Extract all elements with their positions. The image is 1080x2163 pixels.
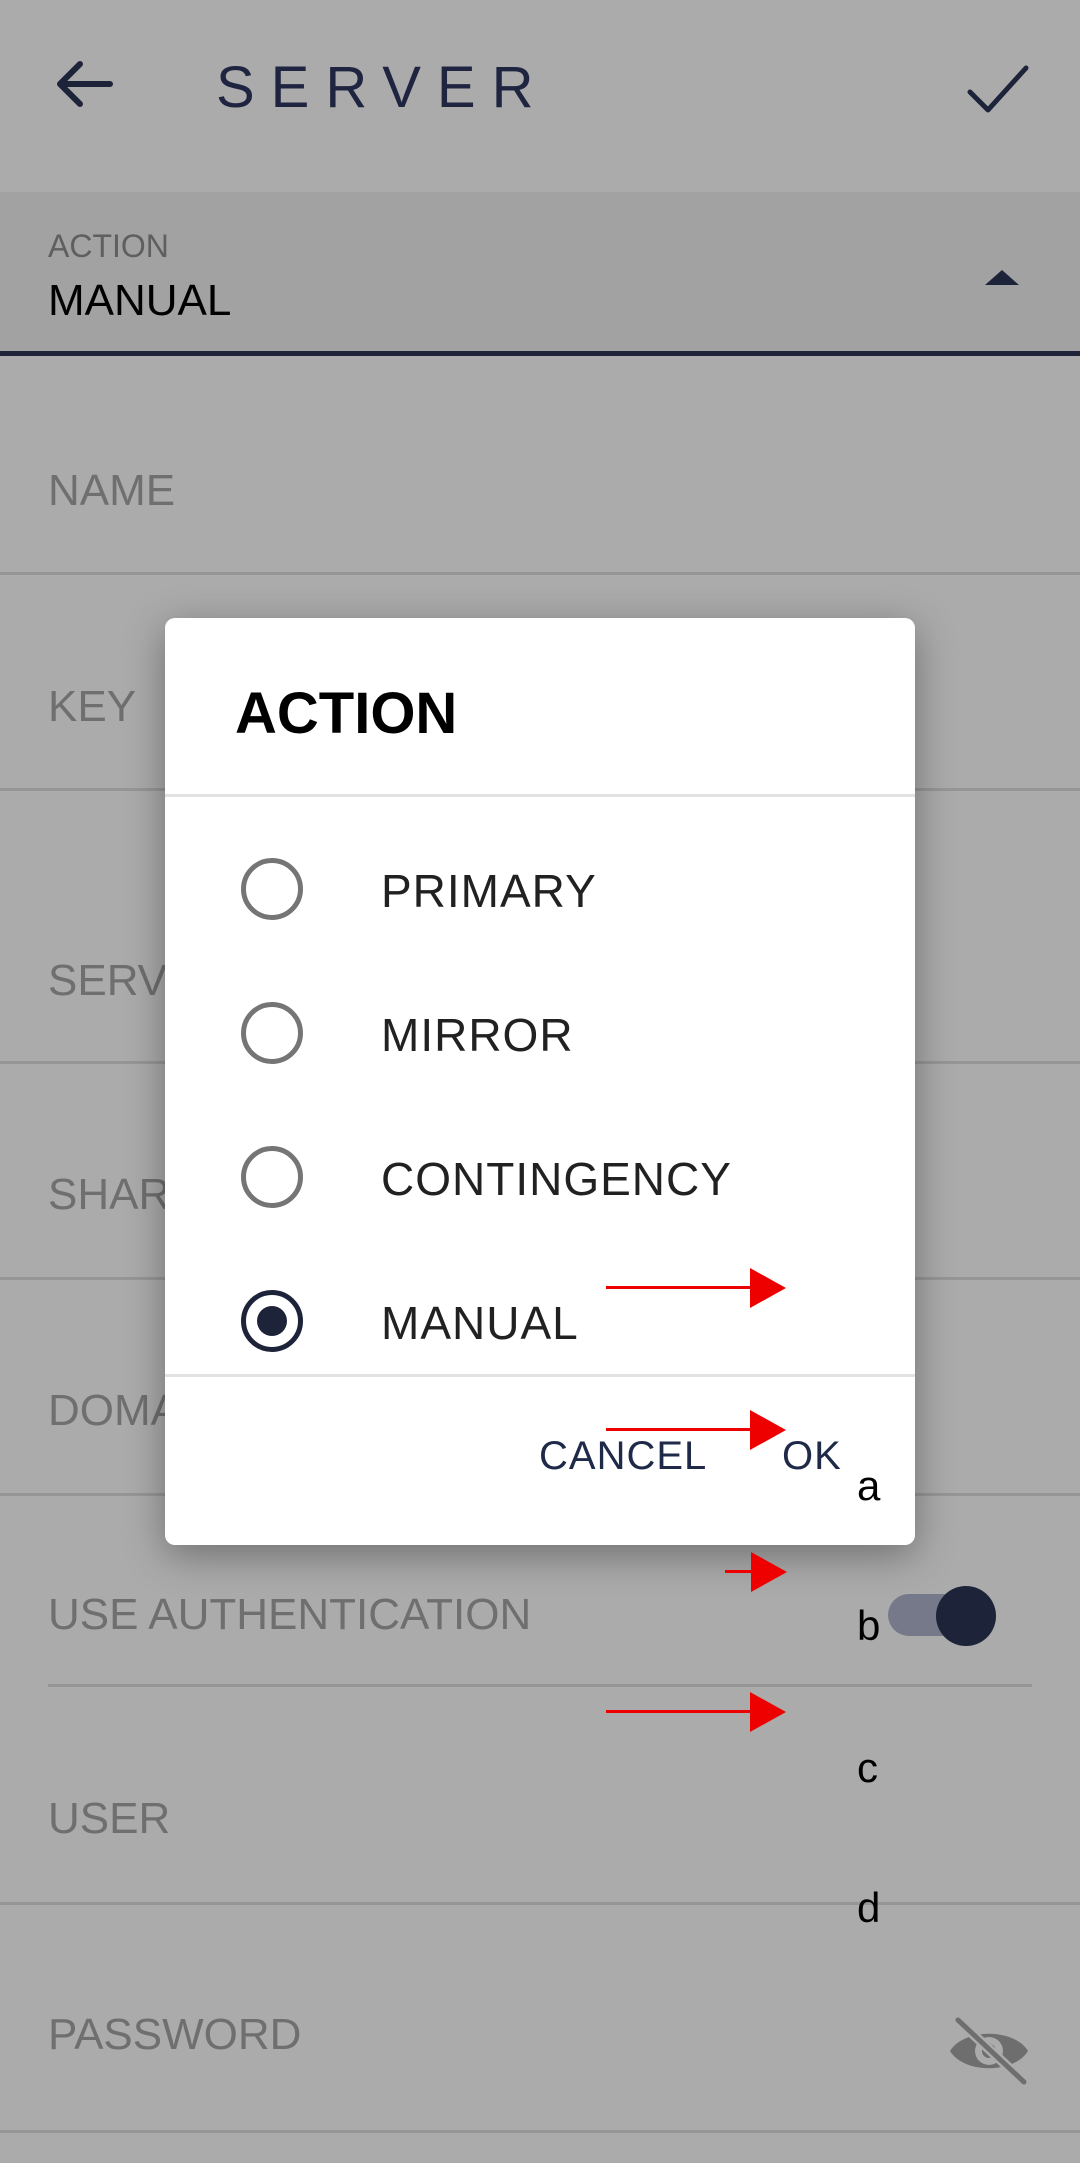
ok-button[interactable]: OK [782,1434,842,1479]
dialog-bottom-divider [165,1374,915,1377]
radio-checked-icon[interactable] [241,1290,303,1352]
share-field-label: SHAR [48,1170,171,1219]
caret-up-icon [985,270,1019,285]
visibility-off-icon[interactable] [946,2016,1032,2086]
action-field-value: MANUAL [48,276,232,325]
option-mirror[interactable]: MIRROR [165,962,915,1106]
name-field-underline [0,572,1080,575]
name-field-label: NAME [48,466,176,515]
action-dialog: ACTION PRIMARY a MIRROR b CONTINGENCY c … [165,618,915,1931]
password-field-underline [0,2130,1080,2133]
radio-unchecked-icon[interactable] [241,1002,303,1064]
password-field[interactable]: PASSWORD [0,1904,1080,2133]
option-label: PRIMARY [381,865,597,917]
action-field-label: ACTION [48,228,169,264]
use-authentication-toggle[interactable] [888,1586,998,1646]
toggle-knob [936,1586,996,1646]
domain-field-label: DOMA [48,1386,180,1435]
name-field[interactable]: NAME [0,360,1080,576]
use-authentication-label: USE AUTHENTICATION [48,1590,532,1639]
option-label: MIRROR [381,1009,574,1061]
key-field-label: KEY [48,682,137,731]
annotation-marker-b: b [857,1602,881,1649]
annotation-arrow-c [725,1552,787,1592]
password-field-label: PASSWORD [48,2010,302,2059]
radio-unchecked-icon[interactable] [241,858,303,920]
annotation-arrow-d [606,1692,786,1732]
checkmark-icon[interactable] [962,54,1032,124]
annotation-marker-d: d [857,1884,881,1931]
option-label: CONTINGENCY [381,1153,732,1205]
use-authentication-underline [48,1684,1032,1687]
option-primary[interactable]: PRIMARY [165,818,915,962]
radio-unchecked-icon[interactable] [241,1146,303,1208]
option-label: MANUAL [381,1297,579,1349]
dialog-top-divider [165,794,915,797]
top-app-bar: SERVER [0,0,1080,190]
option-contingency[interactable]: CONTINGENCY [165,1106,915,1250]
annotation-marker-a: a [857,1462,881,1509]
cancel-button[interactable]: CANCEL [539,1434,707,1479]
user-field[interactable]: USER [0,1688,1080,1905]
back-arrow-icon[interactable] [50,50,118,118]
server-field-label: SERV [48,956,168,1005]
option-manual[interactable]: MANUAL [165,1250,915,1394]
annotation-marker-c: c [857,1744,878,1791]
dialog-title: ACTION [235,681,458,746]
page-title: SERVER [216,55,550,120]
user-field-label: USER [48,1794,171,1843]
action-dropdown[interactable]: ACTION MANUAL [0,192,1080,356]
